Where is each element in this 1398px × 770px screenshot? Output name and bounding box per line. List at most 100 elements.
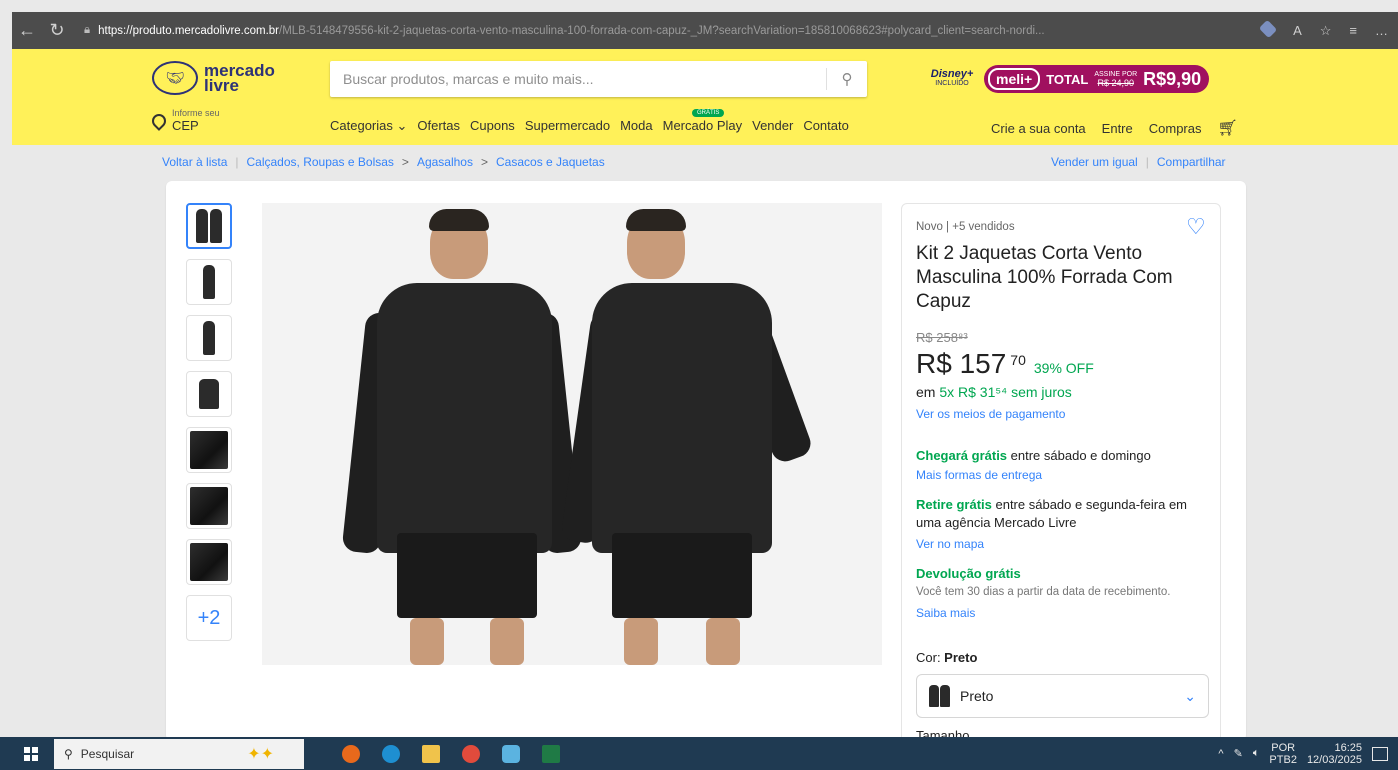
app-icon[interactable] — [502, 744, 520, 763]
cart-icon[interactable]: 🛒︎ — [1218, 118, 1238, 138]
read-aloud-icon[interactable]: A — [1293, 23, 1302, 39]
delivery-options-link[interactable]: Mais formas de entrega — [916, 468, 1042, 482]
network-icon[interactable]: ✎ — [1234, 747, 1243, 760]
assine-price: R$9,90 — [1143, 68, 1202, 89]
pickup-info: Retire grátis entre sábado e segunda-fei… — [916, 496, 1206, 532]
nav-ofertas[interactable]: Ofertas — [417, 118, 460, 134]
share-link[interactable]: Compartilhar — [1157, 155, 1226, 169]
chevron-up-icon[interactable]: ^ — [1218, 748, 1223, 760]
product-title: Kit 2 Jaquetas Corta Vento Masculina 100… — [916, 243, 1173, 312]
mercado-play-free-badge: GRÁTIS — [692, 109, 725, 117]
thumbnail[interactable] — [186, 315, 232, 361]
windows-start-icon[interactable] — [24, 746, 38, 761]
taskbar-search[interactable]: ⚲ Pesquisar ✦✦ — [54, 738, 304, 769]
breadcrumb-item[interactable]: Casacos e Jaquetas — [496, 155, 605, 169]
nav-mercado-play[interactable]: Mercado Play — [663, 118, 742, 134]
old-price: R$ 258⁸³ — [916, 330, 968, 345]
disney-plus-logo: Disney+ — [930, 68, 974, 80]
meli-plus-badge: meli+ — [988, 68, 1041, 90]
installments-value: 5x R$ 31⁵⁴ sem juros — [939, 384, 1072, 400]
color-select-value: Preto — [960, 688, 994, 704]
address-bar[interactable]: 🔒︎ https://produto.mercadolivre.com.br /… — [84, 24, 1164, 37]
user-links: Crie a sua conta Entre Compras 🛒︎ — [991, 118, 1238, 138]
edge-icon[interactable] — [382, 744, 400, 763]
back-arrow-icon[interactable]: ← — [12, 20, 42, 41]
main-product-image[interactable] — [262, 203, 882, 665]
windows-taskbar: ⚲ Pesquisar ✦✦ ^ ✎ 🔈︎ POR PTB2 16:25 12/… — [0, 737, 1398, 770]
meli-total-label: TOTAL — [1046, 71, 1089, 87]
lock-icon: 🔒︎ — [84, 24, 91, 36]
search-icon: ⚲ — [64, 746, 73, 761]
more-icon[interactable]: … — [1375, 23, 1388, 39]
language-code: POR — [1271, 741, 1296, 754]
cep-label: Informe seu — [172, 108, 220, 118]
sparkle-icon: ✦✦ — [247, 745, 274, 763]
favorite-heart-icon[interactable]: ♡ — [1186, 216, 1208, 238]
learn-more-link[interactable]: Saiba mais — [916, 606, 975, 620]
thumbnail[interactable] — [186, 483, 232, 529]
nav-supermercado[interactable]: Supermercado — [525, 118, 610, 134]
mercado-livre-logo[interactable]: 🤝︎ mercado livre — [152, 61, 275, 95]
breadcrumb-item[interactable]: Agasalhos — [417, 155, 473, 169]
map-link[interactable]: Ver no mapa — [916, 537, 984, 551]
login-link[interactable]: Entre — [1102, 121, 1133, 136]
sell-same-link[interactable]: Vender um igual — [1051, 155, 1138, 169]
firefox-icon[interactable] — [342, 744, 360, 763]
thumbnail[interactable] — [186, 203, 232, 249]
nav-vender[interactable]: Vender — [752, 118, 793, 134]
thumbnail[interactable] — [186, 259, 232, 305]
payment-methods-link[interactable]: Ver os meios de pagamento — [916, 407, 1065, 421]
cep-selector[interactable]: Informe seu CEP — [149, 108, 220, 133]
free-return-title: Devolução grátis — [916, 566, 1021, 581]
shipping-free: Chegará grátis — [916, 448, 1008, 463]
chrome-icon[interactable] — [462, 744, 480, 763]
refresh-icon[interactable]: ↻ — [42, 20, 72, 41]
time: 16:25 — [1334, 741, 1362, 754]
thumbnail[interactable] — [186, 539, 232, 585]
more-images-button[interactable]: +2 — [186, 595, 232, 641]
favorite-star-icon[interactable]: ☆ — [1320, 23, 1332, 39]
current-price: R$ 157 70 39% OFF — [916, 348, 1094, 380]
installments: em 5x R$ 31⁵⁴ sem juros — [916, 384, 1072, 400]
price-main: R$ 157 — [916, 348, 1007, 379]
main-nav: Categorias ⌄ Ofertas Cupons Supermercado… — [330, 118, 849, 134]
search-icon[interactable]: ⚲ — [827, 70, 867, 88]
free-return-text: Você tem 30 dias a partir da data de rec… — [916, 586, 1171, 598]
handshake-icon: 🤝︎ — [152, 61, 198, 95]
meli-plus-promo[interactable]: Disney+ INCLUÍDO meli+ TOTAL ASSINE POR … — [928, 65, 1210, 93]
selected-color: Preto — [944, 650, 978, 665]
discount-badge: 39% OFF — [1033, 360, 1094, 376]
taskbar-apps — [342, 744, 560, 763]
search-input[interactable] — [330, 61, 826, 97]
nav-moda[interactable]: Moda — [620, 118, 653, 134]
browser-actions: A ☆ ≡ … — [1258, 19, 1398, 39]
disney-included: INCLUÍDO — [935, 80, 969, 87]
create-account-link[interactable]: Crie a sua conta — [991, 121, 1086, 136]
notifications-icon[interactable] — [1372, 746, 1388, 761]
purchases-link[interactable]: Compras — [1149, 121, 1202, 136]
thumbnail[interactable] — [186, 427, 232, 473]
shipping-text: entre sábado e domingo — [1007, 448, 1151, 463]
excel-icon[interactable] — [542, 744, 560, 763]
taskbar-search-label: Pesquisar — [80, 746, 135, 761]
pickup-free: Retire grátis — [916, 497, 992, 512]
back-to-list-link[interactable]: Voltar à lista — [162, 155, 227, 169]
nav-cupons[interactable]: Cupons — [470, 118, 515, 134]
date: 12/03/2025 — [1306, 753, 1362, 766]
keyboard-layout: PTB2 — [1269, 753, 1297, 766]
breadcrumb-item[interactable]: Calçados, Roupas e Bolsas — [247, 155, 394, 169]
volume-icon[interactable]: 🔈︎ — [1253, 747, 1260, 760]
extension-icon[interactable] — [1258, 19, 1278, 38]
cep-value: CEP — [172, 118, 199, 133]
nav-contato[interactable]: Contato — [803, 118, 849, 134]
file-explorer-icon[interactable] — [422, 744, 440, 763]
nav-categorias[interactable]: Categorias ⌄ — [330, 118, 407, 134]
breadcrumb: Voltar à lista | Calçados, Roupas e Bols… — [162, 155, 605, 169]
favorites-list-icon[interactable]: ≡ — [1349, 23, 1357, 39]
color-swatch-thumbnail — [929, 685, 950, 707]
url-host: https://produto.mercadolivre.com.br — [98, 24, 280, 37]
thumbnail[interactable] — [186, 371, 232, 417]
taskbar-clock[interactable]: 16:25 12/03/2025 — [1307, 742, 1362, 766]
share-links: Vender um igual | Compartilhar — [1051, 155, 1226, 169]
color-select[interactable]: Preto ⌄ — [916, 674, 1209, 718]
